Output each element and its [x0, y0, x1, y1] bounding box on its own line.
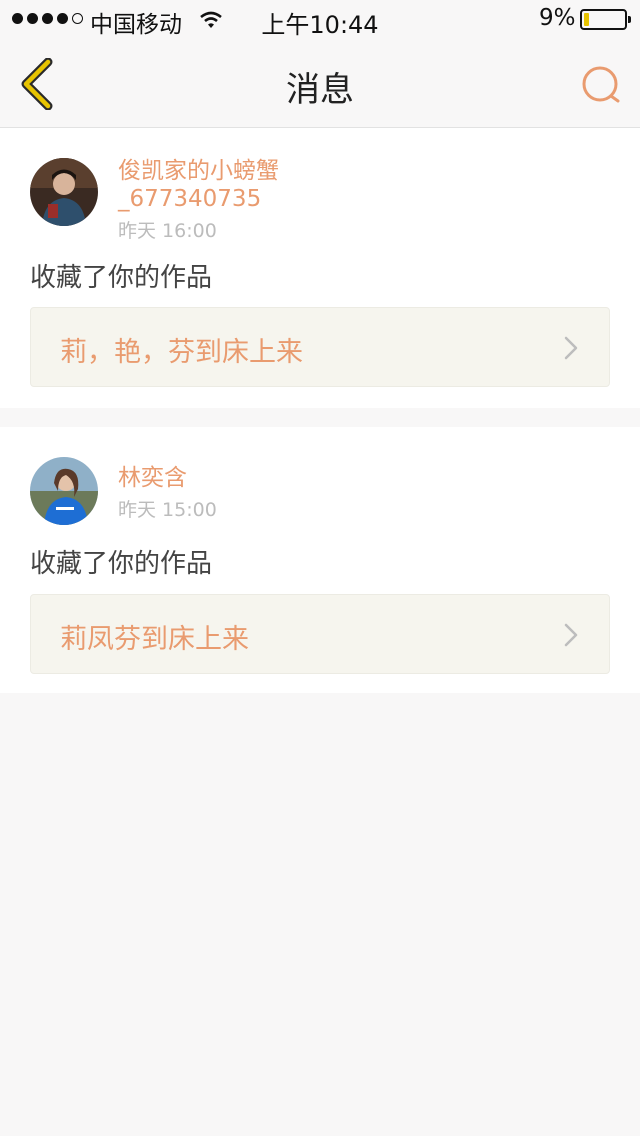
battery-icon	[580, 9, 631, 30]
work-title: 莉，艳，芬到床上来	[60, 337, 303, 368]
chevron-right-icon	[564, 623, 578, 647]
search-button[interactable]	[578, 62, 624, 108]
battery-percentage: 9%	[539, 5, 576, 31]
message-card: 林奕含 昨天 15:00 收藏了你的作品 莉凤芬到床上来	[0, 427, 640, 693]
page-title: 消息	[286, 70, 354, 110]
avatar[interactable]	[30, 457, 98, 525]
search-icon	[582, 66, 620, 103]
avatar[interactable]	[30, 158, 98, 226]
user-name[interactable]: 林奕含	[118, 464, 187, 492]
work-link[interactable]: 莉凤芬到床上来	[30, 594, 610, 674]
work-link[interactable]: 莉，艳，芬到床上来	[30, 307, 610, 387]
action-text: 收藏了你的作品	[30, 549, 213, 579]
chevron-right-icon	[564, 336, 578, 360]
nav-bar: 消息	[0, 40, 640, 128]
user-name[interactable]: 俊凯家的小螃蟹 _677340735	[118, 157, 279, 213]
message-time: 昨天 15:00	[118, 499, 217, 521]
message-time: 昨天 16:00	[118, 220, 217, 242]
action-text: 收藏了你的作品	[30, 263, 213, 293]
work-title: 莉凤芬到床上来	[60, 624, 249, 655]
message-card: 俊凯家的小螃蟹 _677340735 昨天 16:00 收藏了你的作品 莉，艳，…	[0, 128, 640, 408]
status-bar: 中国移动 上午10:44 9%	[0, 0, 640, 40]
